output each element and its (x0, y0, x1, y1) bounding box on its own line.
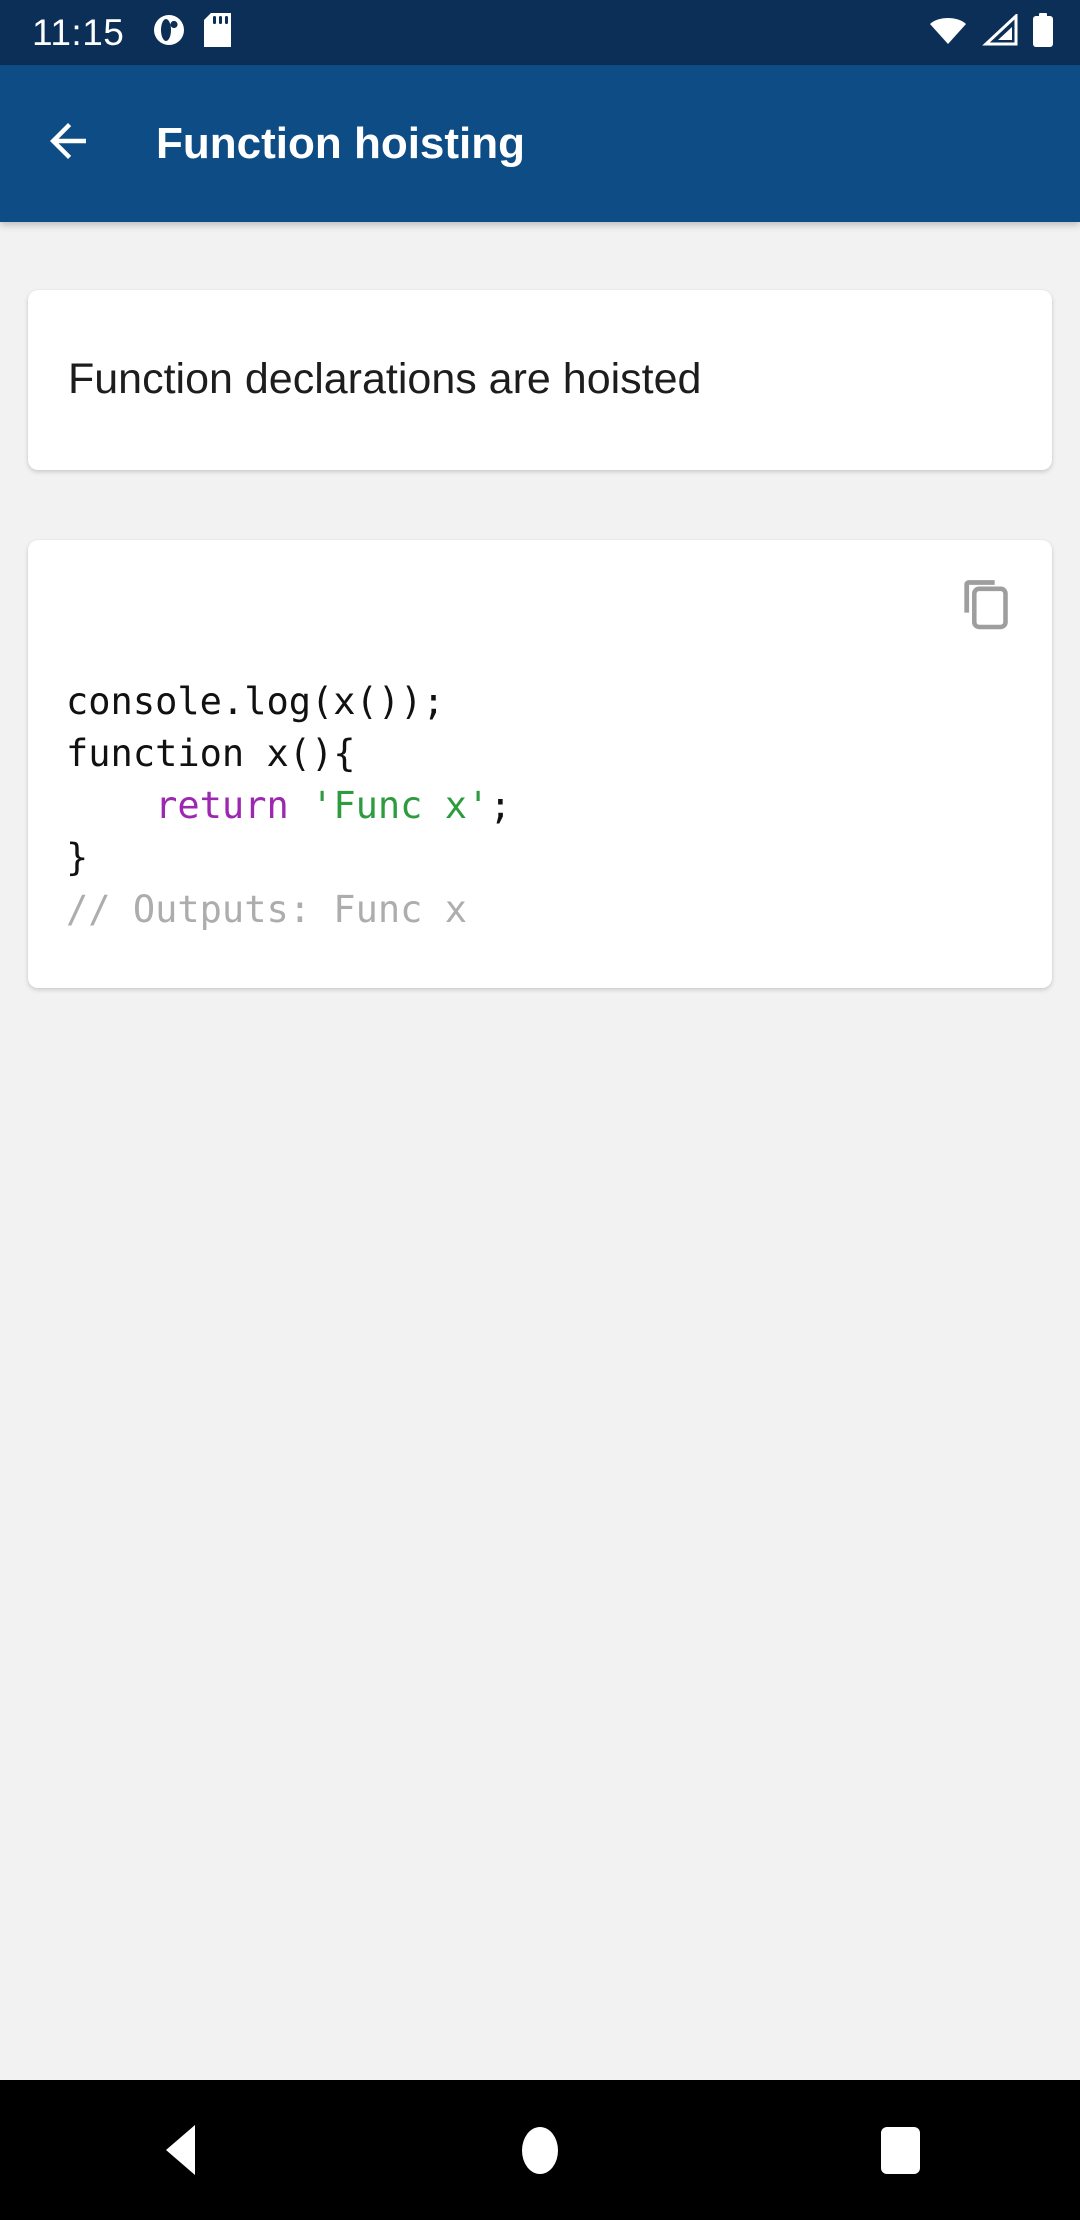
square-recents-icon (880, 2126, 920, 2174)
back-button[interactable] (32, 108, 104, 180)
triangle-back-icon (165, 2125, 195, 2175)
concept-title-text: Function declarations are hoisted (68, 355, 702, 404)
nav-home-button[interactable] (465, 2080, 615, 2220)
content-area: Function declarations are hoisted consol… (0, 222, 1080, 2080)
status-system-icons (928, 12, 1054, 52)
code-snippet-card: console.log(x()); function x(){ return '… (28, 540, 1052, 988)
page-title: Function hoisting (156, 118, 526, 168)
app-notification-icon (152, 13, 186, 52)
status-clock: 11:15 (32, 12, 125, 53)
code-token-comment: // Outputs: Func x (66, 888, 467, 931)
code-block[interactable]: console.log(x()); function x(){ return '… (62, 676, 1018, 936)
status-notification-icons (152, 13, 232, 52)
sd-card-icon (204, 13, 232, 52)
nav-recents-button[interactable] (825, 2080, 975, 2220)
arrow-back-icon (41, 114, 95, 173)
app-bar: Function hoisting (0, 65, 1080, 222)
battery-icon (1032, 13, 1054, 52)
code-token-string: 'Func x' (311, 784, 490, 827)
copy-icon (960, 578, 1012, 635)
concept-title-card[interactable]: Function declarations are hoisted (28, 290, 1052, 470)
system-navigation-bar (0, 2080, 1080, 2220)
cellular-signal-icon (982, 12, 1018, 51)
copy-code-button[interactable] (954, 574, 1018, 638)
circle-home-icon (522, 2126, 558, 2174)
wifi-icon (928, 14, 968, 51)
code-token-keyword: return (155, 784, 289, 827)
nav-back-button[interactable] (105, 2080, 255, 2220)
status-bar: 11:15 (0, 0, 1080, 65)
code-content: console.log(x()); function x(){ return '… (66, 680, 512, 931)
phone-screen: 11:15 Function hoisting Function declara… (0, 0, 1080, 2220)
code-card-toolbar (62, 574, 1018, 644)
